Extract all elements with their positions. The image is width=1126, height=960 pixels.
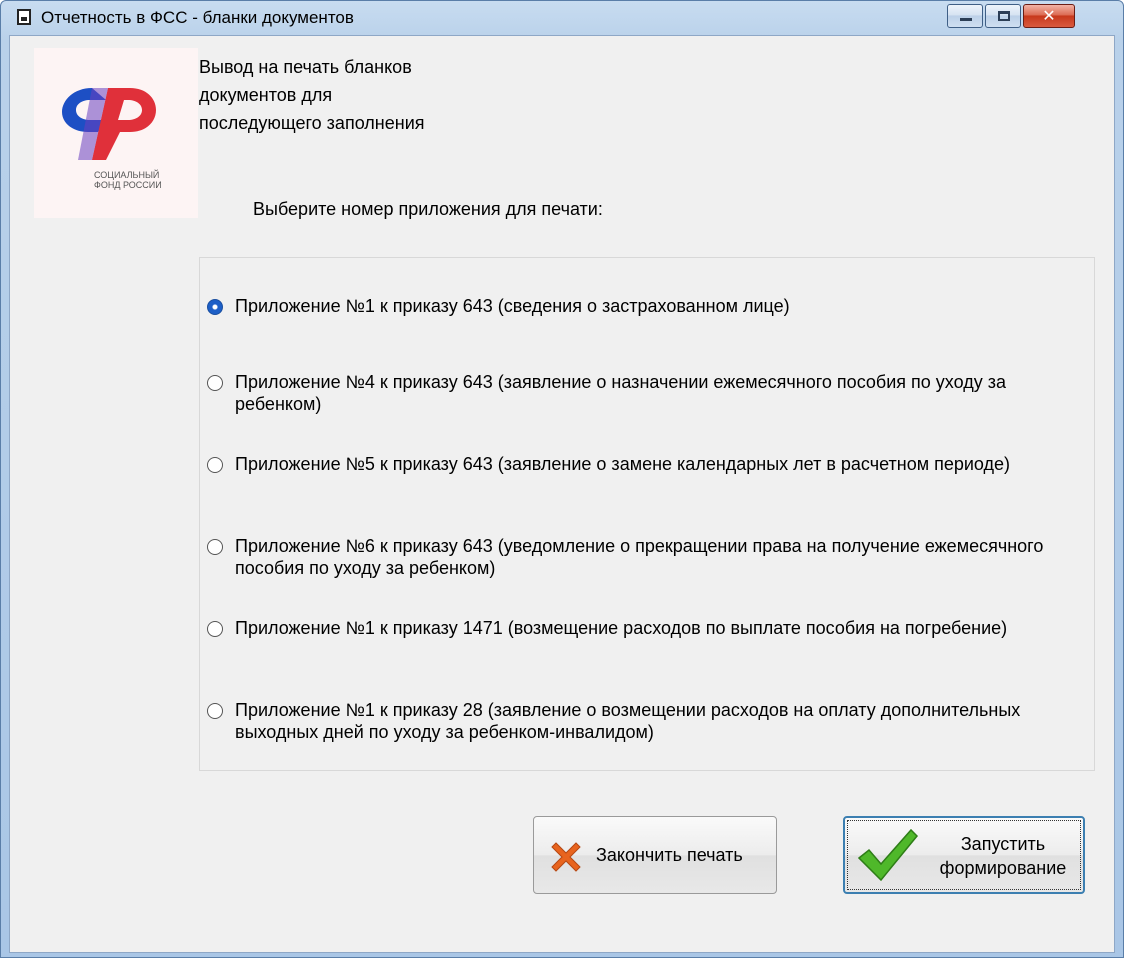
window-title: Отчетность в ФСС - бланки документов xyxy=(41,8,354,27)
maximize-button[interactable] xyxy=(985,4,1021,28)
cross-icon xyxy=(551,842,581,872)
radio-button[interactable] xyxy=(207,299,223,315)
selection-prompt: Выберите номер приложения для печати: xyxy=(253,199,603,219)
option-label[interactable]: Приложение №5 к приказу 643 (заявление о… xyxy=(235,453,1065,475)
finish-printing-button[interactable]: Закончить печать xyxy=(533,816,777,894)
options-group xyxy=(199,257,1095,771)
start-label-line2: формирование xyxy=(939,858,1067,878)
logo-caption-line1: СОЦИАЛЬНЫЙ xyxy=(94,170,160,180)
radio-button[interactable] xyxy=(207,539,223,555)
radio-button[interactable] xyxy=(207,621,223,637)
option-label[interactable]: Приложение №1 к приказу 1471 (возмещение… xyxy=(235,617,1065,639)
checkmark-icon xyxy=(857,828,919,882)
start-label-line1: Запустить xyxy=(960,834,1046,854)
title-bar[interactable]: Отчетность в ФСС - бланки документов ✕ xyxy=(1,1,1123,35)
sfr-logo-mark xyxy=(62,88,156,160)
radio-button[interactable] xyxy=(207,375,223,391)
app-window: Отчетность в ФСС - бланки документов ✕ С… xyxy=(0,0,1124,958)
app-icon xyxy=(17,9,31,25)
close-icon: ✕ xyxy=(1042,6,1056,25)
intro-line1: Вывод на печать бланков xyxy=(199,57,412,77)
sfr-logo: СОЦИАЛЬНЫЙ ФОНД РОССИИ xyxy=(34,48,198,218)
logo-caption-line2: ФОНД РОССИИ xyxy=(94,180,162,190)
radio-button[interactable] xyxy=(207,703,223,719)
minimize-button[interactable] xyxy=(947,4,983,28)
option-label[interactable]: Приложение №1 к приказу 28 (заявление о … xyxy=(235,699,1065,743)
intro-line3: последующего заполнения xyxy=(199,113,425,133)
maximize-icon xyxy=(998,11,1010,21)
option-label[interactable]: Приложение №4 к приказу 643 (заявление о… xyxy=(235,371,1065,415)
start-generation-button[interactable]: Запустить формирование xyxy=(843,816,1085,894)
intro-line2: документов для xyxy=(199,85,333,105)
finish-printing-label: Закончить печать xyxy=(596,845,743,865)
close-button[interactable]: ✕ xyxy=(1023,4,1075,28)
minimize-icon xyxy=(960,18,972,21)
option-label[interactable]: Приложение №6 к приказу 643 (уведомление… xyxy=(235,535,1065,579)
intro-text: Вывод на печать бланков документов для п… xyxy=(199,53,519,137)
start-generation-label: Запустить формирование xyxy=(927,832,1079,880)
option-label[interactable]: Приложение №1 к приказу 643 (сведения о … xyxy=(235,295,1065,317)
radio-button[interactable] xyxy=(207,457,223,473)
logo-caption: СОЦИАЛЬНЫЙ ФОНД РОССИИ xyxy=(94,170,194,190)
